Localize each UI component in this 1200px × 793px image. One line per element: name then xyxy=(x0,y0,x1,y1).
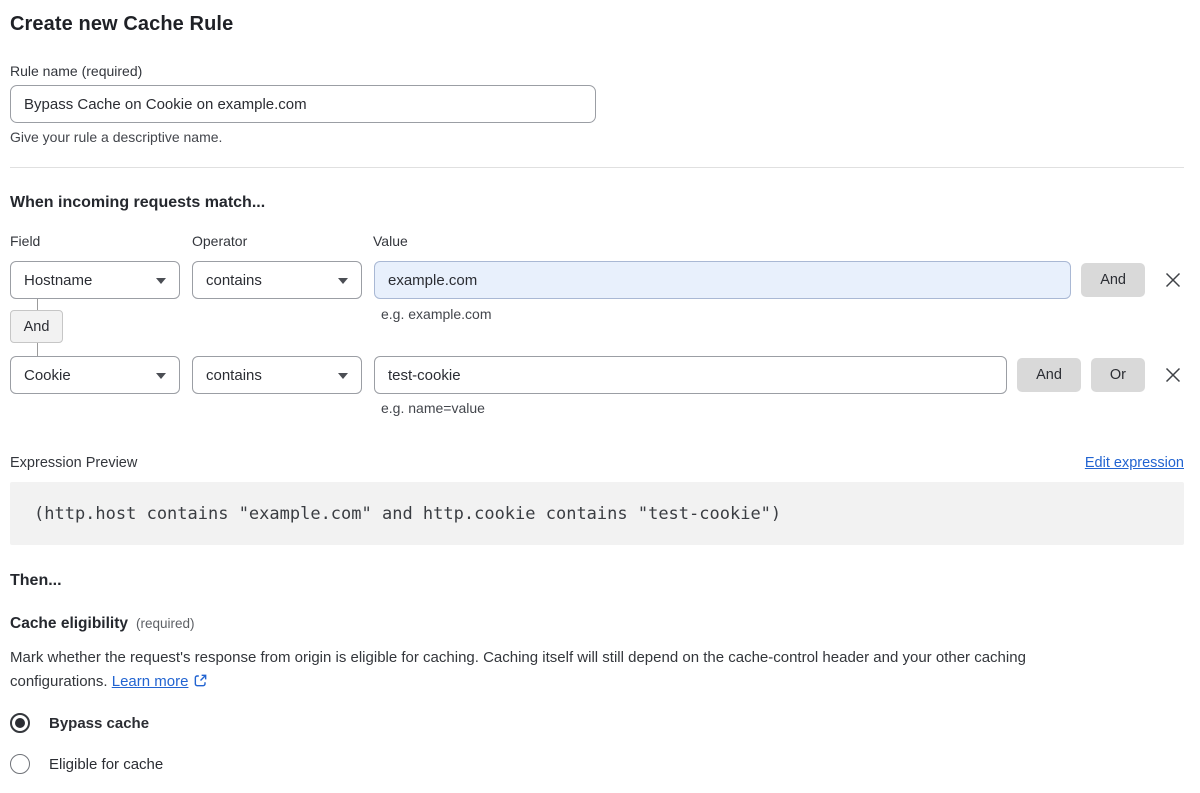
radio-button-selected[interactable] xyxy=(10,713,30,733)
expression-code-block: (http.host contains "example.com" and ht… xyxy=(10,482,1184,545)
rule-name-input[interactable] xyxy=(10,85,596,123)
radio-button[interactable] xyxy=(10,754,30,774)
column-label-value: Value xyxy=(373,233,408,249)
value-input[interactable] xyxy=(374,356,1008,394)
field-select-value: Cookie xyxy=(24,366,71,384)
operator-select-value: contains xyxy=(206,366,262,384)
operator-select[interactable]: contains xyxy=(192,261,362,299)
condition-column-labels: Field Operator Value xyxy=(10,233,1184,250)
rule-name-label: Rule name (required) xyxy=(10,63,143,79)
remove-condition-button[interactable] xyxy=(1162,269,1184,291)
external-link-icon xyxy=(193,672,208,696)
field-select[interactable]: Cookie xyxy=(10,356,180,394)
condition-row-1: Hostname contains And xyxy=(10,261,1184,299)
radio-label: Bypass cache xyxy=(49,714,150,732)
required-note: (required) xyxy=(136,616,195,631)
and-button[interactable]: And xyxy=(1081,263,1145,297)
operator-select-value: contains xyxy=(206,271,262,289)
radio-label: Eligible for cache xyxy=(49,755,164,773)
field-select-value: Hostname xyxy=(24,271,93,289)
chevron-down-icon xyxy=(338,373,348,379)
connector-and-button[interactable]: And xyxy=(10,310,63,343)
value-hint: e.g. example.com xyxy=(381,306,492,322)
column-label-operator: Operator xyxy=(192,233,248,249)
match-heading: When incoming requests match... xyxy=(10,194,266,211)
remove-condition-button[interactable] xyxy=(1162,364,1184,386)
chevron-down-icon xyxy=(156,373,166,379)
value-hint: e.g. name=value xyxy=(381,400,485,416)
expression-code: (http.host contains "example.com" and ht… xyxy=(34,503,782,524)
section-divider xyxy=(10,167,1184,168)
expression-preview-header: Expression Preview Edit expression xyxy=(10,455,1184,471)
cache-eligibility-header: Cache eligibility (required) xyxy=(10,615,1184,633)
cache-eligibility-heading: Cache eligibility xyxy=(10,615,129,632)
chevron-down-icon xyxy=(338,278,348,284)
edit-expression-link[interactable]: Edit expression xyxy=(1085,455,1184,471)
then-heading: Then... xyxy=(10,572,62,589)
field-select[interactable]: Hostname xyxy=(10,261,180,299)
connector-line xyxy=(37,299,38,310)
learn-more-link[interactable]: Learn more xyxy=(112,673,189,690)
or-button[interactable]: Or xyxy=(1090,358,1145,392)
connector-line xyxy=(37,343,38,356)
and-button[interactable]: And xyxy=(1017,358,1081,392)
cache-eligibility-description: Mark whether the request's response from… xyxy=(10,646,1110,696)
close-icon xyxy=(1165,367,1181,383)
rule-name-helper: Give your rule a descriptive name. xyxy=(10,129,223,145)
page-title: Create new Cache Rule xyxy=(10,13,234,35)
create-cache-rule-page: Create new Cache Rule Rule name (require… xyxy=(0,0,1200,793)
close-icon xyxy=(1165,272,1181,288)
value-input[interactable] xyxy=(374,261,1072,299)
expression-preview-label: Expression Preview xyxy=(10,455,138,471)
chevron-down-icon xyxy=(156,278,166,284)
operator-select[interactable]: contains xyxy=(192,356,362,394)
condition-connector-area: e.g. example.com And xyxy=(10,299,1184,356)
column-label-field: Field xyxy=(10,233,41,249)
radio-option-eligible-for-cache[interactable]: Eligible for cache xyxy=(10,754,1184,774)
condition-row-2: Cookie contains And Or xyxy=(10,356,1184,394)
radio-option-bypass-cache[interactable]: Bypass cache xyxy=(10,713,1184,733)
